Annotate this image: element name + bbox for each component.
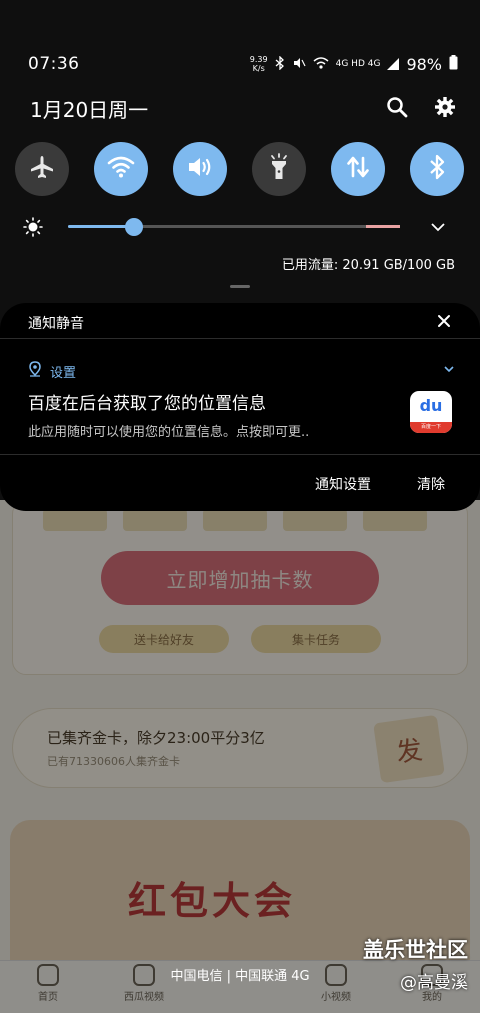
signal-strength-icon <box>387 55 400 74</box>
data-usage-label: 已用流量: 20.91 GB/100 GB <box>281 258 455 273</box>
bluetooth-icon <box>428 153 446 185</box>
brightness-thumb[interactable] <box>125 218 143 236</box>
brightness-warning-zone <box>366 225 400 228</box>
battery-percent: 98% <box>406 54 442 74</box>
notification-settings-button[interactable]: 通知设置 <box>315 474 371 494</box>
speaker-icon <box>186 155 214 183</box>
clock: 07:36 <box>28 54 80 74</box>
wifi-icon <box>107 155 135 183</box>
chevron-down-icon[interactable] <box>430 219 446 239</box>
flashlight-icon <box>267 153 291 185</box>
date-label: 1月20日周一 <box>30 98 149 122</box>
status-bar: 07:36 9.39 K/s 4G HD 4G 98% <box>28 52 458 76</box>
baidu-app-icon: du 百度一下 <box>410 391 452 433</box>
bluetooth-toggle[interactable] <box>410 142 464 196</box>
notification-app-name: 设置 <box>50 365 77 381</box>
mobile-data-toggle[interactable] <box>331 142 385 196</box>
divider <box>0 454 480 455</box>
baidu-logo-band: 百度一下 <box>410 422 452 433</box>
mute-status-icon <box>292 55 306 74</box>
watermark-community: 盖乐世社区 <box>363 938 468 962</box>
quick-settings-tiles <box>15 142 465 196</box>
gear-icon[interactable] <box>432 94 458 120</box>
bluetooth-status-icon <box>275 54 285 74</box>
search-icon[interactable] <box>384 94 410 120</box>
location-pin-icon <box>28 361 42 381</box>
watermark-author: @高曼溪 <box>400 973 468 993</box>
net-speed-value: 9.39 <box>249 55 268 64</box>
battery-icon <box>449 54 458 74</box>
silent-section-title: 通知静音 <box>28 316 84 332</box>
wifi-toggle[interactable] <box>94 142 148 196</box>
wifi-status-icon <box>313 55 329 74</box>
data-transfer-icon <box>345 154 371 184</box>
signal-labels: 4G HD 4G <box>335 59 381 69</box>
notification-section-header: 通知静音 <box>0 303 480 339</box>
brightness-icon <box>22 216 44 242</box>
clear-button[interactable]: 清除 <box>417 474 445 494</box>
close-icon[interactable] <box>434 311 454 331</box>
expand-chevron-icon[interactable] <box>442 361 456 375</box>
network-speed: 9.39 K/s <box>250 55 268 73</box>
panel-drag-handle[interactable] <box>230 285 250 288</box>
airplane-icon <box>28 153 56 185</box>
baidu-logo-text: du <box>419 396 443 415</box>
brightness-slider[interactable] <box>22 216 462 238</box>
notification-body: 此应用随时可以使用您的位置信息。点按即可更.. <box>28 425 310 440</box>
sound-toggle[interactable] <box>173 142 227 196</box>
flashlight-toggle[interactable] <box>252 142 306 196</box>
net-speed-unit: K/s <box>252 64 265 73</box>
airplane-mode-toggle[interactable] <box>15 142 69 196</box>
notification-title: 百度在后台获取了您的位置信息 <box>28 394 266 414</box>
status-icons: 9.39 K/s 4G HD 4G 98% <box>250 54 458 74</box>
notification-app-row: 设置 <box>28 361 76 381</box>
notification-card[interactable]: 通知静音 设置 百度在后台获取了您的位置信息 此应用随时可以使用您的位置信息。点… <box>0 303 480 511</box>
